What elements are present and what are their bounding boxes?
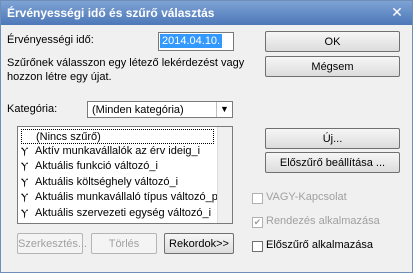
validity-label: Érvényességi idő: xyxy=(7,34,94,46)
apply-prefilter-label: Előszűrő alkalmazása xyxy=(266,239,373,251)
prefilter-settings-button[interactable]: Előszűrő beállítása ... xyxy=(265,152,400,173)
filter-icon: Ⲩ xyxy=(21,192,29,203)
new-button[interactable]: Új... xyxy=(265,128,400,149)
list-scrollbar[interactable] xyxy=(217,127,232,223)
validity-date-value: 2014.04.10. xyxy=(160,34,223,48)
list-item[interactable]: (Nincs szűrő) xyxy=(21,129,214,144)
apply-prefilter-checkbox[interactable] xyxy=(252,241,263,252)
list-item[interactable]: Ⲩ Aktuális szervezeti egység változó_i xyxy=(21,206,211,221)
list-item-label: Aktuális funkció változó_i xyxy=(35,160,158,172)
title-bar[interactable]: Érvényességi idő és szűrő választás ✕ xyxy=(1,1,412,25)
filter-listbox[interactable]: (Nincs szűrő) Ⲩ Aktív munkavállalók az ér… xyxy=(17,126,233,224)
category-selected-value: (Minden kategória) xyxy=(92,104,184,116)
list-item[interactable]: Ⲩ Aktuális funkció változó_i xyxy=(21,159,158,174)
records-button[interactable]: Rekordok>> xyxy=(164,233,234,254)
category-select[interactable]: (Minden kategória) ▼ xyxy=(87,101,233,118)
info-text-line1: Szűrőnek válasszon egy létező lekérdezés… xyxy=(7,57,245,69)
or-connection-label: VAGY-Kapcsolat xyxy=(266,191,347,203)
category-label: Kategória: xyxy=(7,103,58,115)
list-item-label: Aktuális szervezeti egység változó_i xyxy=(35,207,212,219)
filter-icon: Ⲩ xyxy=(21,161,29,172)
list-item-label: (Nincs szűrő) xyxy=(36,131,101,143)
list-item[interactable]: Ⲩ Aktív munkavállalók az érv ideig_i xyxy=(21,144,200,159)
delete-button[interactable]: Törlés xyxy=(91,233,157,254)
apply-order-checkbox[interactable]: ✔ xyxy=(252,217,263,228)
filter-icon: Ⲩ xyxy=(21,208,29,219)
apply-order-label: Rendezés alkalmazása xyxy=(266,215,380,227)
close-icon[interactable]: ✕ xyxy=(390,5,404,19)
list-item-label: Aktív munkavállalók az érv ideig_i xyxy=(35,145,201,157)
edit-button[interactable]: Szerkesztés... xyxy=(17,233,87,254)
list-item[interactable]: Ⲩ Aktuális munkavállaló típus változó_p xyxy=(21,190,218,205)
window-title: Érvényességi idő és szűrő választás xyxy=(7,6,215,20)
cancel-button[interactable]: Mégsem xyxy=(265,56,400,77)
list-item-label: Aktuális munkavállaló típus változó_p xyxy=(35,191,218,203)
dialog-window: Érvényességi idő és szűrő választás ✕ Ér… xyxy=(0,0,413,273)
chevron-down-icon[interactable]: ▼ xyxy=(216,102,232,117)
info-text-line2: hozzon létre egy újat. xyxy=(7,71,112,83)
or-connection-checkbox[interactable] xyxy=(252,193,263,204)
filter-icon: Ⲩ xyxy=(21,177,29,188)
list-item-label: Aktuális költséghely változó_i xyxy=(35,176,179,188)
validity-date-input[interactable]: 2014.04.10. xyxy=(158,32,234,51)
ok-button[interactable]: OK xyxy=(265,31,400,52)
list-item[interactable]: Ⲩ Aktuális költséghely változó_i xyxy=(21,175,178,190)
filter-icon: Ⲩ xyxy=(21,146,29,157)
